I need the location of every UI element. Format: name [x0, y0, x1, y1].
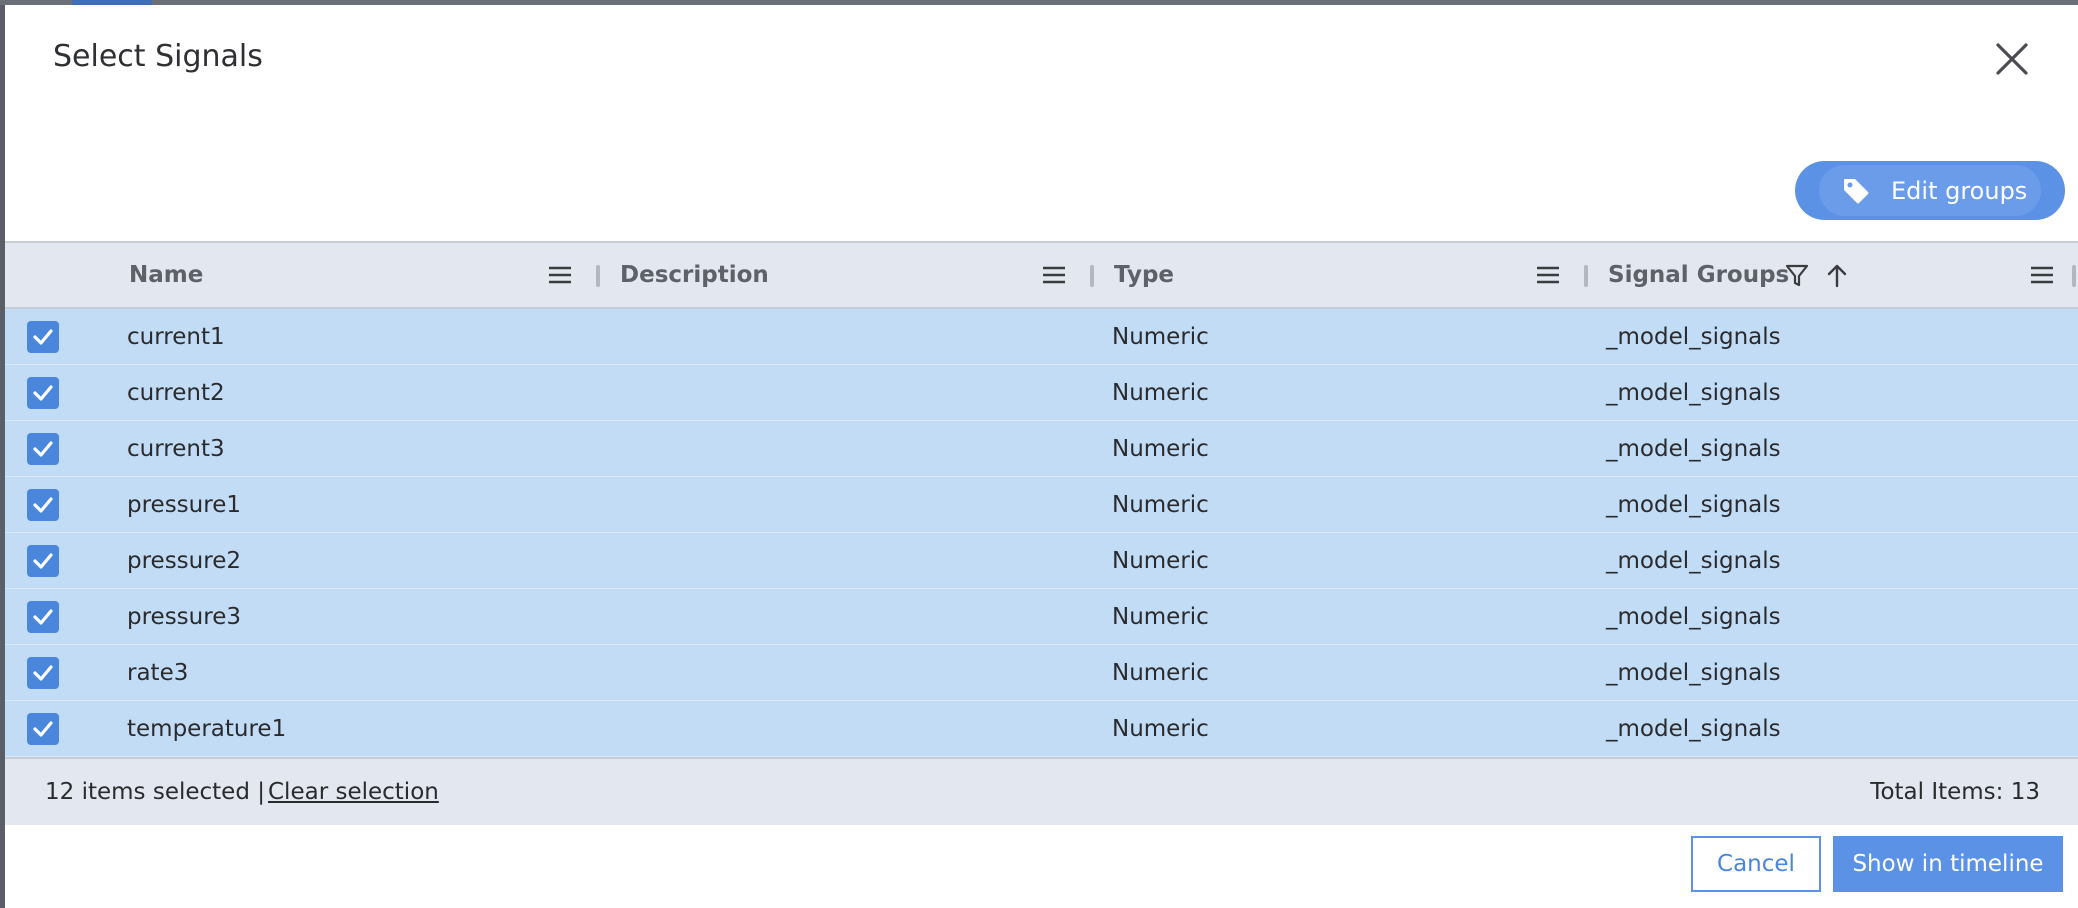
row-checkbox[interactable]	[27, 545, 59, 577]
row-checkbox[interactable]	[27, 657, 59, 689]
cell-name: current1	[127, 324, 225, 350]
checkmark-icon	[33, 553, 53, 569]
row-checkbox[interactable]	[27, 321, 59, 353]
cell-name: pressure2	[127, 548, 241, 574]
table-row[interactable]: temperature1 Numeric _model_signals	[5, 701, 2078, 757]
checkmark-icon	[33, 329, 53, 345]
column-resize-handle[interactable]	[1584, 265, 1588, 287]
table-row[interactable]: current2 Numeric _model_signals	[5, 365, 2078, 421]
cell-signal-group: _model_signals	[1606, 324, 1781, 350]
checkmark-icon	[33, 609, 53, 625]
column-header-signal-groups[interactable]: Signal Groups	[1608, 243, 1789, 307]
cell-signal-group: _model_signals	[1606, 492, 1781, 518]
cell-name: current3	[127, 436, 225, 462]
cell-signal-group: _model_signals	[1606, 548, 1781, 574]
checkmark-icon	[33, 721, 53, 737]
selection-count: 12 items selected |	[45, 779, 265, 805]
cell-name: current2	[127, 380, 225, 406]
table-row[interactable]: rate3 Numeric _model_signals	[5, 645, 2078, 701]
row-checkbox[interactable]	[27, 377, 59, 409]
column-resize-handle[interactable]	[1090, 265, 1094, 287]
checkmark-icon	[33, 441, 53, 457]
column-menu-icon[interactable]	[2029, 263, 2055, 287]
table-row[interactable]: current3 Numeric _model_signals	[5, 421, 2078, 477]
cell-name: pressure3	[127, 604, 241, 630]
column-resize-handle[interactable]	[2072, 265, 2076, 287]
column-menu-icon[interactable]	[547, 263, 573, 287]
cell-name: pressure1	[127, 492, 241, 518]
row-checkbox[interactable]	[27, 489, 59, 521]
column-header-description[interactable]: Description	[620, 243, 769, 307]
table-header: Name Description Type Signal Groups	[5, 243, 2078, 309]
filter-icon[interactable]	[1785, 263, 1809, 289]
column-header-type[interactable]: Type	[1114, 243, 1174, 307]
cell-type: Numeric	[1112, 660, 1209, 686]
checkmark-icon	[33, 385, 53, 401]
cell-type: Numeric	[1112, 380, 1209, 406]
row-checkbox[interactable]	[27, 713, 59, 745]
table-body: current1 Numeric _model_signals current2…	[5, 309, 2078, 757]
cell-signal-group: _model_signals	[1606, 716, 1781, 742]
cell-name: rate3	[127, 660, 189, 686]
cell-signal-group: _model_signals	[1606, 436, 1781, 462]
row-checkbox[interactable]	[27, 601, 59, 633]
cell-name: temperature1	[127, 716, 287, 742]
cell-signal-group: _model_signals	[1606, 604, 1781, 630]
close-button[interactable]	[1988, 35, 2036, 83]
table-row[interactable]: pressure1 Numeric _model_signals	[5, 477, 2078, 533]
tag-icon	[1844, 178, 1869, 203]
column-menu-icon[interactable]	[1535, 263, 1561, 287]
table-row[interactable]: pressure3 Numeric _model_signals	[5, 589, 2078, 645]
sort-ascending-icon[interactable]	[1825, 263, 1849, 289]
cell-signal-group: _model_signals	[1606, 380, 1781, 406]
cell-type: Numeric	[1112, 324, 1209, 350]
select-signals-dialog: Select Signals Edit groups Name Descript…	[5, 5, 2078, 908]
cell-type: Numeric	[1112, 548, 1209, 574]
edit-groups-inner: Edit groups	[1819, 165, 2041, 216]
column-header-name[interactable]: Name	[129, 243, 203, 307]
clear-selection-link[interactable]: Clear selection	[268, 779, 439, 805]
column-resize-handle[interactable]	[596, 265, 600, 287]
cell-type: Numeric	[1112, 436, 1209, 462]
cell-signal-group: _model_signals	[1606, 660, 1781, 686]
checkmark-icon	[33, 497, 53, 513]
row-checkbox[interactable]	[27, 433, 59, 465]
cancel-button[interactable]: Cancel	[1691, 836, 1821, 892]
close-icon	[1996, 43, 2028, 75]
cell-type: Numeric	[1112, 492, 1209, 518]
table-row[interactable]: pressure2 Numeric _model_signals	[5, 533, 2078, 589]
checkmark-icon	[33, 665, 53, 681]
edit-groups-button[interactable]: Edit groups	[1795, 161, 2065, 220]
edit-groups-label: Edit groups	[1891, 176, 2028, 205]
cell-type: Numeric	[1112, 716, 1209, 742]
signals-table: Name Description Type Signal Groups curr…	[5, 241, 2078, 825]
cell-type: Numeric	[1112, 604, 1209, 630]
total-items: Total Items: 13	[1870, 779, 2040, 805]
table-footer: 12 items selected | Clear selection Tota…	[5, 757, 2078, 825]
table-row[interactable]: current1 Numeric _model_signals	[5, 309, 2078, 365]
show-in-timeline-button[interactable]: Show in timeline	[1833, 836, 2063, 892]
dialog-title: Select Signals	[53, 39, 263, 74]
column-menu-icon[interactable]	[1041, 263, 1067, 287]
